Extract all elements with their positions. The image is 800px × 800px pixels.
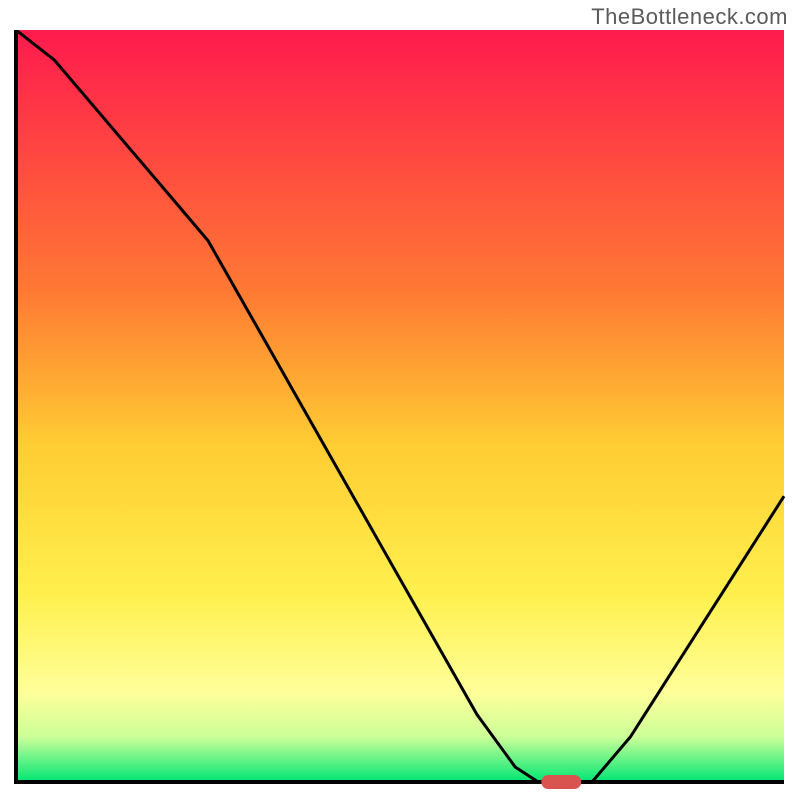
plot-background [16,30,784,782]
optimal-marker [541,775,581,789]
bottleneck-chart [10,30,790,790]
watermark-text: TheBottleneck.com [591,4,788,30]
chart-svg [10,30,790,790]
